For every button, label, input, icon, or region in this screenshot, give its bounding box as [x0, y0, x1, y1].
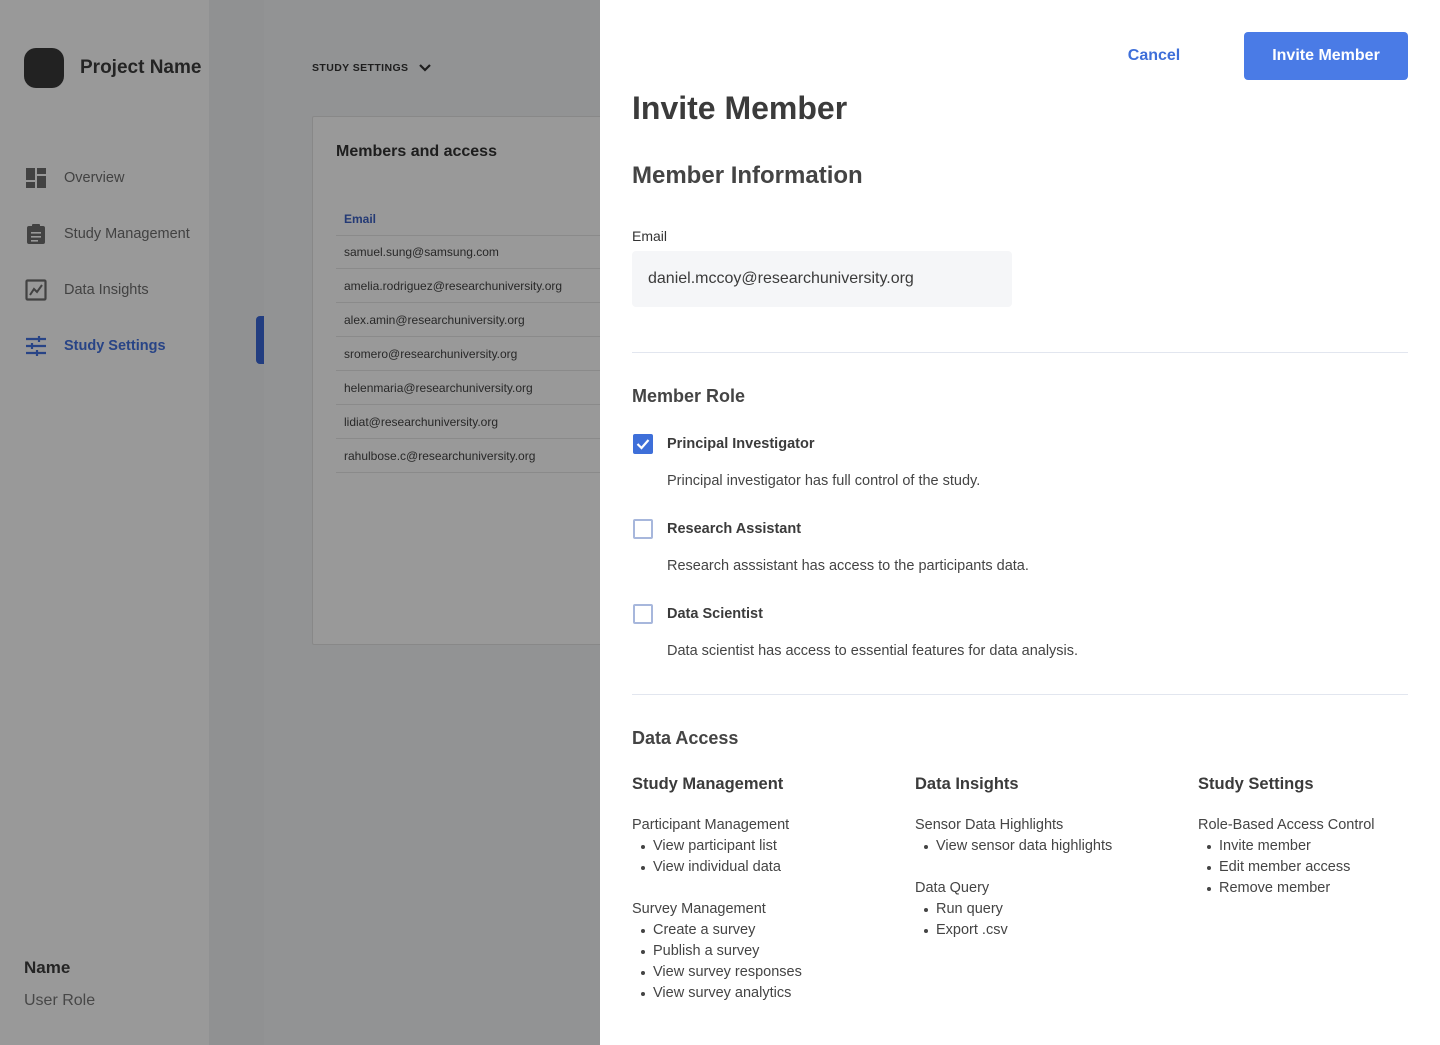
divider	[632, 352, 1408, 353]
access-column-study-management: Study Management Participant Management …	[632, 775, 892, 1004]
access-group: Survey Management Create a survey Publis…	[632, 899, 892, 1004]
checkbox[interactable]	[633, 604, 653, 624]
access-column-title: Study Management	[632, 775, 784, 793]
checkbox-checked[interactable]	[633, 434, 653, 454]
role-label: Research Assistant	[667, 521, 802, 537]
access-column-study-settings: Study Settings Role-Based Access Control…	[1198, 775, 1440, 899]
modal-backdrop[interactable]	[0, 0, 600, 1045]
invite-member-drawer: Cancel Invite Member Invite Member Membe…	[600, 0, 1440, 1045]
role-description: Principal investigator has full control …	[667, 473, 981, 489]
data-access-heading: Data Access	[632, 728, 739, 748]
list-item: Remove member	[1198, 878, 1440, 899]
role-description: Research asssistant has access to the pa…	[667, 558, 1029, 574]
access-group-title: Role-Based Access Control	[1198, 817, 1375, 833]
drawer-title: Invite Member	[632, 90, 848, 126]
role-label: Data Scientist	[667, 606, 763, 622]
list-item: View sensor data highlights	[915, 836, 1175, 857]
list-item: Create a survey	[632, 920, 892, 941]
access-group-title: Participant Management	[632, 817, 790, 833]
email-field[interactable]	[632, 251, 1012, 307]
list-item: Invite member	[1198, 836, 1440, 857]
invite-member-button[interactable]: Invite Member	[1244, 32, 1408, 80]
list-item: View survey responses	[632, 962, 892, 983]
list-item: Run query	[915, 899, 1175, 920]
role-label: Principal Investigator	[667, 436, 815, 452]
checkbox[interactable]	[633, 519, 653, 539]
role-description: Data scientist has access to essential f…	[667, 643, 1079, 659]
member-information-heading: Member Information	[632, 162, 863, 189]
list-item: View participant list	[632, 836, 892, 857]
email-label: Email	[632, 228, 668, 244]
access-group: Data Query Run query Export .csv	[915, 878, 1175, 941]
access-group: Sensor Data Highlights View sensor data …	[915, 815, 1175, 857]
member-role-heading: Member Role	[632, 386, 746, 406]
list-item: Edit member access	[1198, 857, 1440, 878]
access-group: Role-Based Access Control Invite member …	[1198, 815, 1440, 899]
check-icon	[636, 439, 650, 450]
list-item: Export .csv	[915, 920, 1175, 941]
access-group-title: Survey Management	[632, 901, 766, 917]
access-column-title: Study Settings	[1198, 775, 1314, 793]
access-group-title: Data Query	[915, 880, 990, 896]
cancel-button[interactable]: Cancel	[1118, 32, 1190, 80]
divider	[632, 694, 1408, 695]
list-item: Publish a survey	[632, 941, 892, 962]
access-column-title: Data Insights	[915, 775, 1019, 793]
list-item: View survey analytics	[632, 983, 892, 1004]
access-group-title: Sensor Data Highlights	[915, 817, 1064, 833]
access-column-data-insights: Data Insights Sensor Data Highlights Vie…	[915, 775, 1175, 941]
access-group: Participant Management View participant …	[632, 815, 892, 878]
list-item: View individual data	[632, 857, 892, 878]
